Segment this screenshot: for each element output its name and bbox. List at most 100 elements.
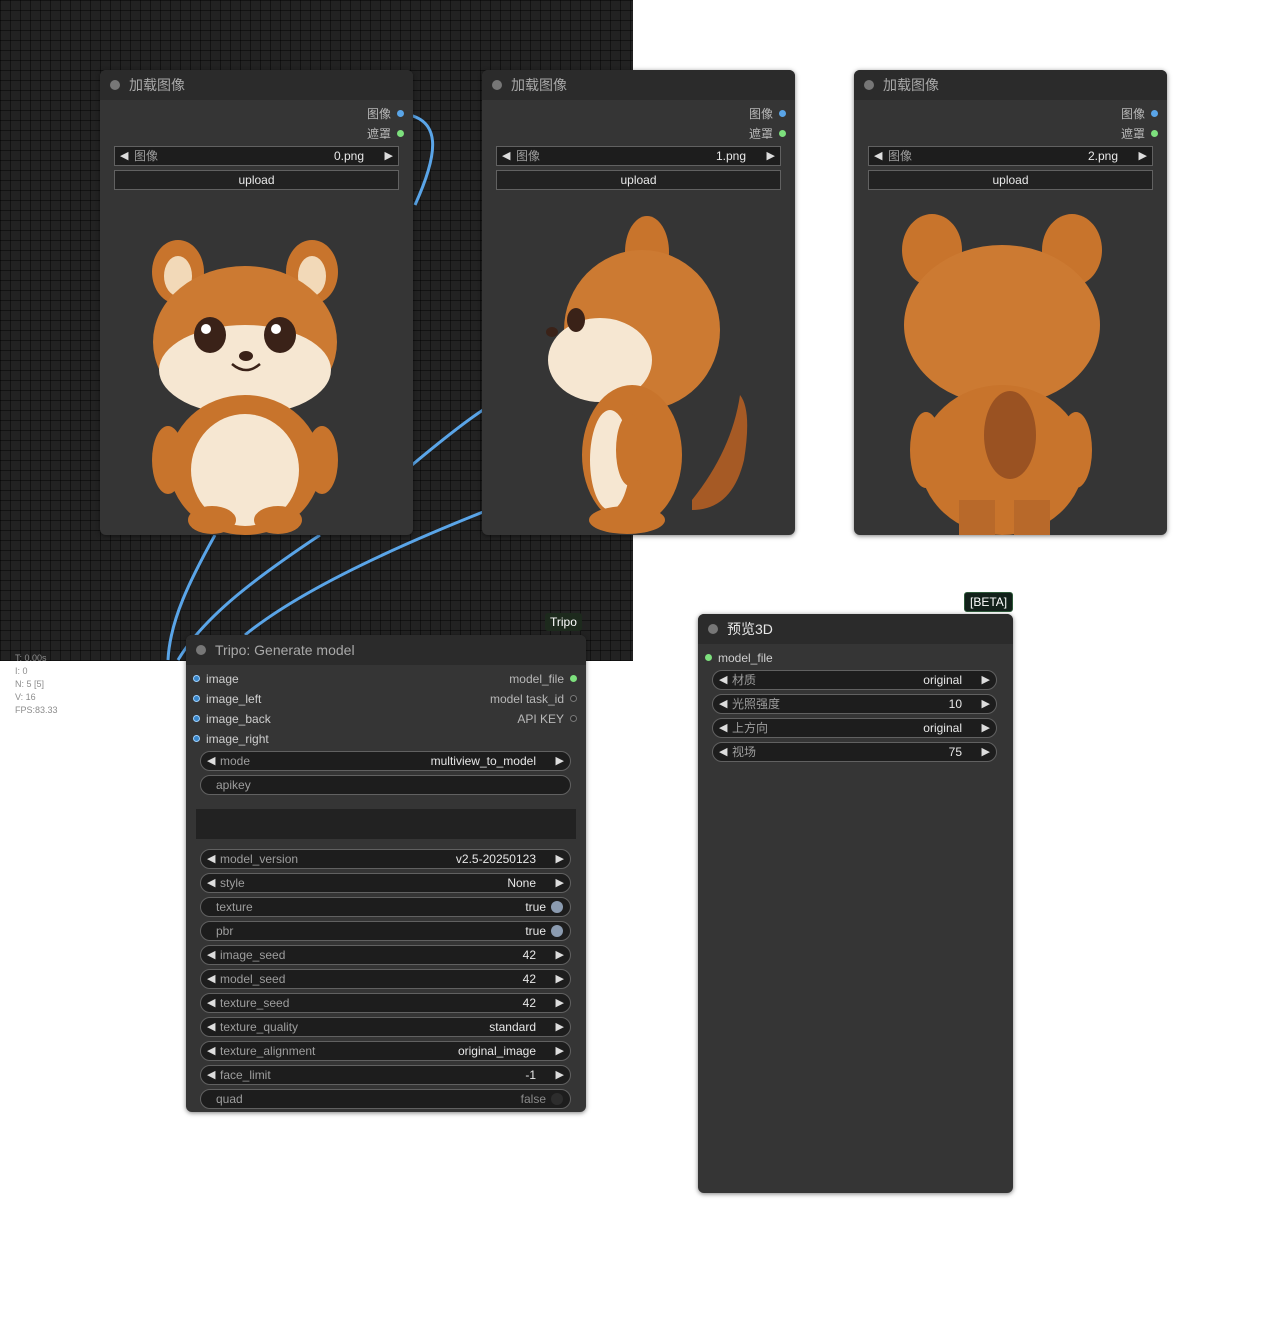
upload-button[interactable]: upload [868, 170, 1153, 190]
arrow-left-icon[interactable]: ◀ [719, 719, 727, 737]
node-title-bar[interactable]: 加载图像 [482, 70, 795, 100]
arrow-left-icon[interactable]: ◀ [207, 752, 215, 770]
input-image[interactable]: image [191, 669, 239, 689]
output-socket-icon[interactable] [779, 110, 786, 117]
pbr-toggle[interactable]: pbr true [200, 921, 571, 941]
output-mask[interactable]: 遮罩 [749, 124, 788, 144]
arrow-left-icon[interactable]: ◀ [502, 147, 510, 165]
preview-setting-select[interactable]: ◀ 光照强度 10 ▶ [712, 694, 997, 714]
arrow-right-icon[interactable]: ▶ [556, 1018, 564, 1036]
arrow-right-icon[interactable]: ▶ [982, 695, 990, 713]
arrow-left-icon[interactable]: ◀ [874, 147, 882, 165]
input-socket-icon[interactable] [193, 735, 200, 742]
model-seed-stepper[interactable]: ◀ model_seed 42 ▶ [200, 969, 571, 989]
input-socket-icon[interactable] [193, 695, 200, 702]
arrow-left-icon[interactable]: ◀ [207, 1042, 215, 1060]
arrow-right-icon[interactable]: ▶ [982, 719, 990, 737]
texture-toggle[interactable]: texture true [200, 897, 571, 917]
image-seed-stepper[interactable]: ◀ image_seed 42 ▶ [200, 945, 571, 965]
arrow-left-icon[interactable]: ◀ [207, 994, 215, 1012]
image-file-select[interactable]: ◀ 图像 1.png ▶ [496, 146, 781, 166]
model-version-select[interactable]: ◀ model_version v2.5-20250123 ▶ [200, 849, 571, 869]
output-socket-icon[interactable] [1151, 110, 1158, 117]
output-socket-icon[interactable] [1151, 130, 1158, 137]
collapse-dot-icon[interactable] [492, 80, 502, 90]
texture-quality-select[interactable]: ◀ texture_quality standard ▶ [200, 1017, 571, 1037]
upload-button[interactable]: upload [114, 170, 399, 190]
arrow-left-icon[interactable]: ◀ [719, 743, 727, 761]
texture-alignment-select[interactable]: ◀ texture_alignment original_image ▶ [200, 1041, 571, 1061]
arrow-left-icon[interactable]: ◀ [719, 671, 727, 689]
output-image[interactable]: 图像 [367, 104, 406, 124]
texture-seed-stepper[interactable]: ◀ texture_seed 42 ▶ [200, 993, 571, 1013]
node-title-bar[interactable]: 加载图像 [854, 70, 1167, 100]
load-image-node-side[interactable]: 加载图像 图像 遮罩 ◀ 图像 1.png ▶ upload [482, 70, 795, 535]
arrow-left-icon[interactable]: ◀ [207, 946, 215, 964]
output-mask[interactable]: 遮罩 [367, 124, 406, 144]
text-area[interactable] [196, 809, 576, 839]
output-task-id[interactable]: model task_id [490, 689, 579, 709]
image-file-select[interactable]: ◀ 图像 2.png ▶ [868, 146, 1153, 166]
output-socket-icon[interactable] [570, 695, 577, 702]
input-socket-icon[interactable] [193, 715, 200, 722]
arrow-left-icon[interactable]: ◀ [207, 874, 215, 892]
arrow-right-icon[interactable]: ▶ [556, 874, 564, 892]
toggle-knob-icon[interactable] [551, 925, 563, 937]
collapse-dot-icon[interactable] [864, 80, 874, 90]
node-title-bar[interactable]: 预览3D [698, 614, 1013, 644]
load-image-node-back[interactable]: 加载图像 图像 遮罩 ◀ 图像 2.png ▶ upload [854, 70, 1167, 535]
toggle-knob-icon[interactable] [551, 901, 563, 913]
input-image-back[interactable]: image_back [191, 709, 271, 729]
arrow-right-icon[interactable]: ▶ [1139, 147, 1147, 165]
output-socket-icon[interactable] [570, 715, 577, 722]
input-socket-icon[interactable] [705, 654, 712, 661]
collapse-dot-icon[interactable] [196, 645, 206, 655]
collapse-dot-icon[interactable] [110, 80, 120, 90]
output-model-file[interactable]: model_file [509, 669, 579, 689]
arrow-right-icon[interactable]: ▶ [556, 994, 564, 1012]
arrow-right-icon[interactable]: ▶ [556, 1042, 564, 1060]
node-title-bar[interactable]: 加载图像 [100, 70, 413, 100]
output-socket-icon[interactable] [397, 110, 404, 117]
output-socket-icon[interactable] [779, 130, 786, 137]
output-socket-icon[interactable] [397, 130, 404, 137]
quad-toggle[interactable]: quad false [200, 1089, 571, 1109]
arrow-right-icon[interactable]: ▶ [556, 970, 564, 988]
arrow-left-icon[interactable]: ◀ [120, 147, 128, 165]
output-image[interactable]: 图像 [749, 104, 788, 124]
output-api-key[interactable]: API KEY [517, 709, 579, 729]
arrow-left-icon[interactable]: ◀ [719, 695, 727, 713]
arrow-right-icon[interactable]: ▶ [385, 147, 393, 165]
arrow-left-icon[interactable]: ◀ [207, 970, 215, 988]
arrow-right-icon[interactable]: ▶ [556, 752, 564, 770]
mode-select[interactable]: ◀ mode multiview_to_model ▶ [200, 751, 571, 771]
arrow-left-icon[interactable]: ◀ [207, 1018, 215, 1036]
arrow-left-icon[interactable]: ◀ [207, 850, 215, 868]
arrow-right-icon[interactable]: ▶ [767, 147, 775, 165]
toggle-knob-icon[interactable] [551, 1093, 563, 1105]
output-socket-icon[interactable] [570, 675, 577, 682]
tripo-generate-node[interactable]: Tripo: Generate model image image_left i… [186, 635, 586, 1112]
input-socket-icon[interactable] [193, 675, 200, 682]
input-image-right[interactable]: image_right [191, 729, 269, 749]
style-select[interactable]: ◀ style None ▶ [200, 873, 571, 893]
face-limit-stepper[interactable]: ◀ face_limit -1 ▶ [200, 1065, 571, 1085]
image-file-select[interactable]: ◀ 图像 0.png ▶ [114, 146, 399, 166]
arrow-right-icon[interactable]: ▶ [982, 743, 990, 761]
arrow-right-icon[interactable]: ▶ [556, 1066, 564, 1084]
input-model-file[interactable]: model_file [703, 648, 773, 668]
node-title-bar[interactable]: Tripo: Generate model [186, 635, 586, 665]
arrow-right-icon[interactable]: ▶ [556, 946, 564, 964]
collapse-dot-icon[interactable] [708, 624, 718, 634]
arrow-left-icon[interactable]: ◀ [207, 1066, 215, 1084]
preview-3d-node[interactable]: 预览3D model_file ◀ 材质 original ▶ ◀ 光照强度 10 ▶ ◀ 上方向… [698, 614, 1013, 1193]
input-image-left[interactable]: image_left [191, 689, 261, 709]
output-image[interactable]: 图像 [1121, 104, 1160, 124]
apikey-input[interactable]: apikey [200, 775, 571, 795]
preview-setting-select[interactable]: ◀ 上方向 original ▶ [712, 718, 997, 738]
output-mask[interactable]: 遮罩 [1121, 124, 1160, 144]
arrow-right-icon[interactable]: ▶ [982, 671, 990, 689]
preview-setting-select[interactable]: ◀ 材质 original ▶ [712, 670, 997, 690]
load-image-node-front[interactable]: 加载图像 图像 遮罩 ◀ 图像 0.png ▶ upload [100, 70, 413, 535]
upload-button[interactable]: upload [496, 170, 781, 190]
